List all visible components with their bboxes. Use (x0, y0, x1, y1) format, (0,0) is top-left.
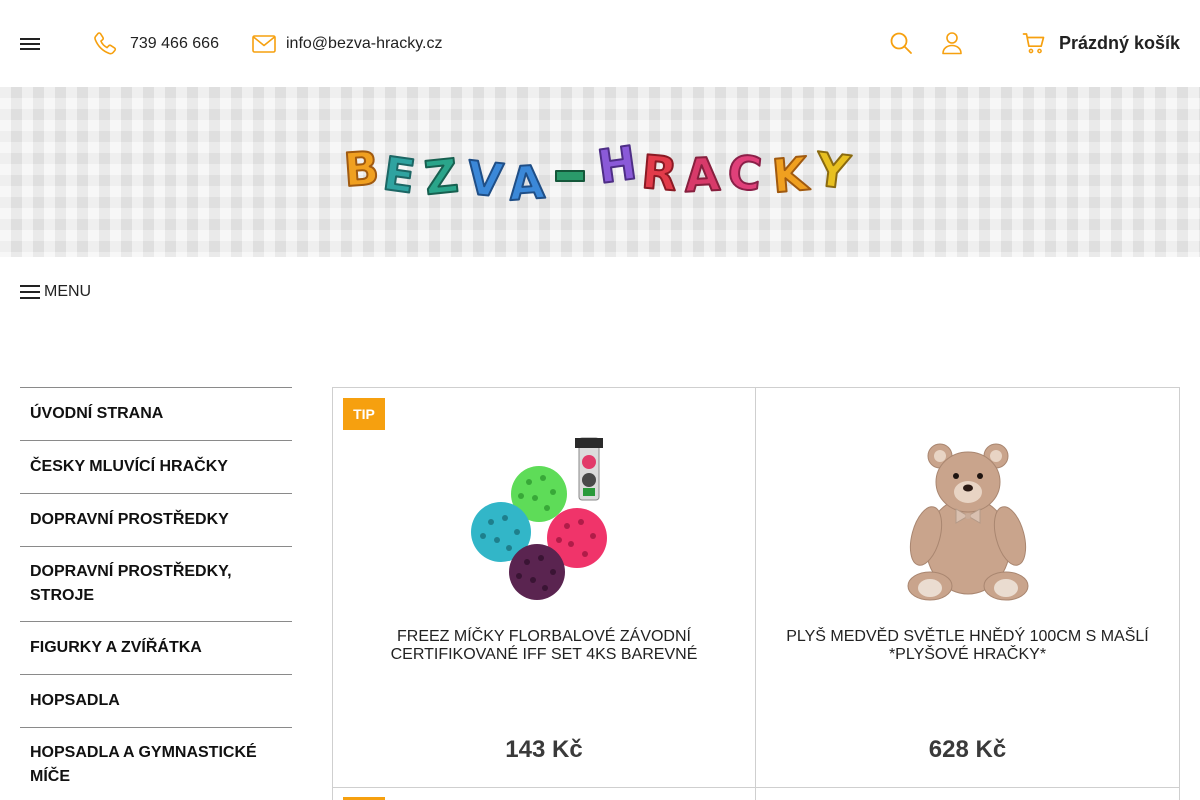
svg-text:H: H (594, 141, 640, 194)
product-card[interactable] (756, 787, 1180, 800)
logo-lettering: B E Z V A H R A C K Y (341, 134, 854, 212)
product-card[interactable] (332, 787, 756, 800)
svg-text:Y: Y (812, 142, 853, 200)
sidebar-item-hopsadla-a-gymnasticke-mice[interactable]: Hopsadla a gymnastické míče (20, 728, 292, 800)
product-price: 628 Kč (928, 736, 1007, 763)
contact-email[interactable]: info@bezva-hracky.cz (251, 31, 442, 57)
category-sidebar: Úvodní strana Česky mluvící hračky Dopra… (20, 387, 292, 800)
sidebar-item-hopsadla[interactable]: Hopsadla (20, 675, 292, 728)
product-grid: TIP FREEZ MÍČKY FLORBALOVÉ ZÁVODNÍ CERTI… (332, 387, 1180, 800)
svg-text:R: R (640, 145, 680, 202)
svg-text:B: B (342, 141, 381, 197)
product-card[interactable]: PLYŠ MEDVĚD SVĚTLE HNĚDÝ 100CM S MAŠLÍ *… (756, 387, 1180, 788)
shopping-cart-icon (1022, 31, 1046, 55)
svg-text:K: K (770, 146, 813, 203)
svg-text:Z: Z (422, 148, 461, 205)
tip-badge: TIP (343, 398, 385, 430)
hamburger-menu-icon[interactable] (20, 38, 40, 50)
svg-text:C: C (725, 144, 764, 201)
menu-label: MENU (44, 283, 92, 300)
svg-text:A: A (507, 155, 547, 207)
sidebar-item-figurky-a-zviratka[interactable]: Figurky a zvířátka (20, 622, 292, 675)
contact-phone[interactable]: 739 466 666 (92, 31, 219, 57)
top-bar: 739 466 666 info@bezva-hracky.cz Prázdný… (0, 0, 1200, 87)
logo-banner: B E Z V A H R A C K Y (0, 87, 1200, 257)
sidebar-item-dopravni-prostredky[interactable]: Dopravní prostředky (20, 494, 292, 547)
floorball-balls-image[interactable] (463, 436, 627, 602)
product-card[interactable]: TIP FREEZ MÍČKY FLORBALOVÉ ZÁVODNÍ CERTI… (332, 387, 756, 788)
teddy-bear-image[interactable] (886, 436, 1050, 602)
mail-icon (251, 31, 277, 57)
cart-status-label: Prázdný košík (1059, 32, 1181, 53)
menu-icon (20, 285, 40, 299)
svg-text:A: A (683, 147, 722, 203)
email-address: info@bezva-hracky.cz (286, 35, 443, 52)
site-logo[interactable]: B E Z V A H R A C K Y (340, 134, 870, 212)
phone-icon (92, 31, 118, 57)
sidebar-item-dopravni-prostredky-stroje[interactable]: Dopravní prostředky, stroje (20, 547, 292, 622)
sidebar-item-cesky-mluvici-hracky[interactable]: Česky mluvící hračky (20, 441, 292, 494)
user-account-icon[interactable] (940, 31, 964, 55)
svg-text:E: E (380, 146, 419, 204)
product-price: 143 Kč (505, 736, 583, 763)
phone-number: 739 466 666 (130, 35, 219, 52)
product-name[interactable]: PLYŠ MEDVĚD SVĚTLE HNĚDÝ 100CM S MAŠLÍ *… (776, 628, 1159, 664)
product-name[interactable]: FREEZ MÍČKY FLORBALOVÉ ZÁVODNÍ CERTIFIKO… (353, 628, 735, 664)
menu-toggle-button[interactable]: MENU (20, 282, 91, 302)
svg-text:V: V (464, 150, 505, 207)
sidebar-item-uvodni-strana[interactable]: Úvodní strana (20, 388, 292, 441)
search-icon[interactable] (889, 31, 913, 55)
cart-button[interactable]: Prázdný košík (1022, 30, 1180, 56)
